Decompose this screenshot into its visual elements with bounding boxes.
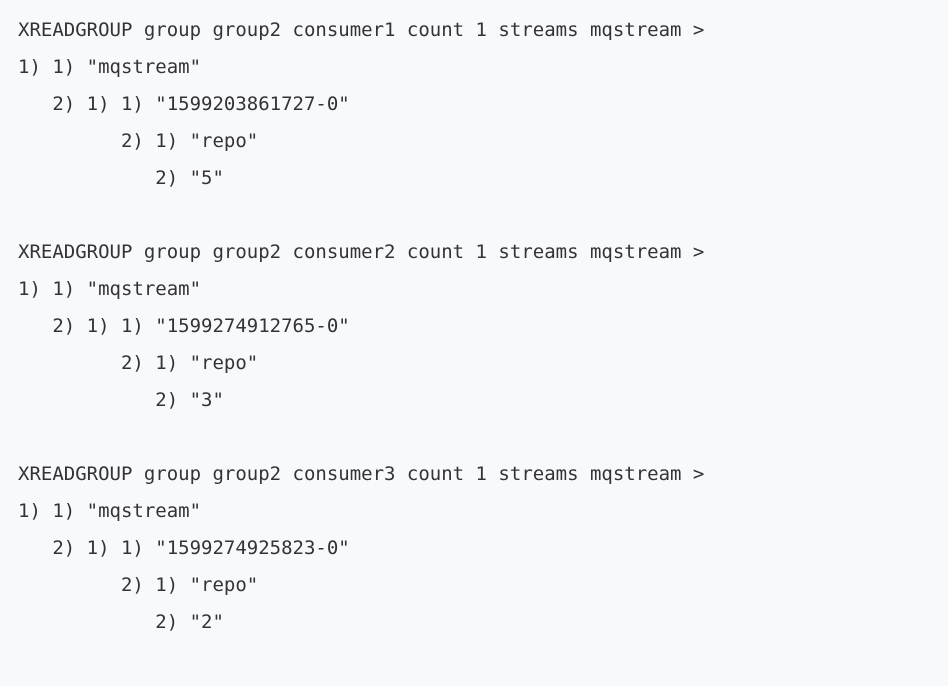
code-line: XREADGROUP group group2 consumer2 count …	[18, 241, 705, 263]
code-block: XREADGROUP group group2 consumer1 count …	[0, 0, 948, 686]
code-line: 2) 1) "repo"	[18, 130, 259, 152]
code-line: 2) 1) 1) "1599203861727-0"	[18, 93, 350, 115]
code-line: 2) "5"	[18, 167, 224, 189]
code-line: XREADGROUP group group2 consumer1 count …	[18, 19, 705, 41]
code-line: 2) 1) "repo"	[18, 574, 259, 596]
code-line: 2) 1) "repo"	[18, 352, 259, 374]
code-line: 1) 1) "mqstream"	[18, 56, 202, 78]
code-line: 2) 1) 1) "1599274912765-0"	[18, 315, 350, 337]
code-line: XREADGROUP group group2 consumer3 count …	[18, 463, 705, 485]
code-line: 2) 1) 1) "1599274925823-0"	[18, 537, 350, 559]
code-line: 2) "3"	[18, 389, 224, 411]
code-line: 1) 1) "mqstream"	[18, 500, 202, 522]
code-line: 1) 1) "mqstream"	[18, 278, 202, 300]
code-line: 2) "2"	[18, 611, 224, 633]
